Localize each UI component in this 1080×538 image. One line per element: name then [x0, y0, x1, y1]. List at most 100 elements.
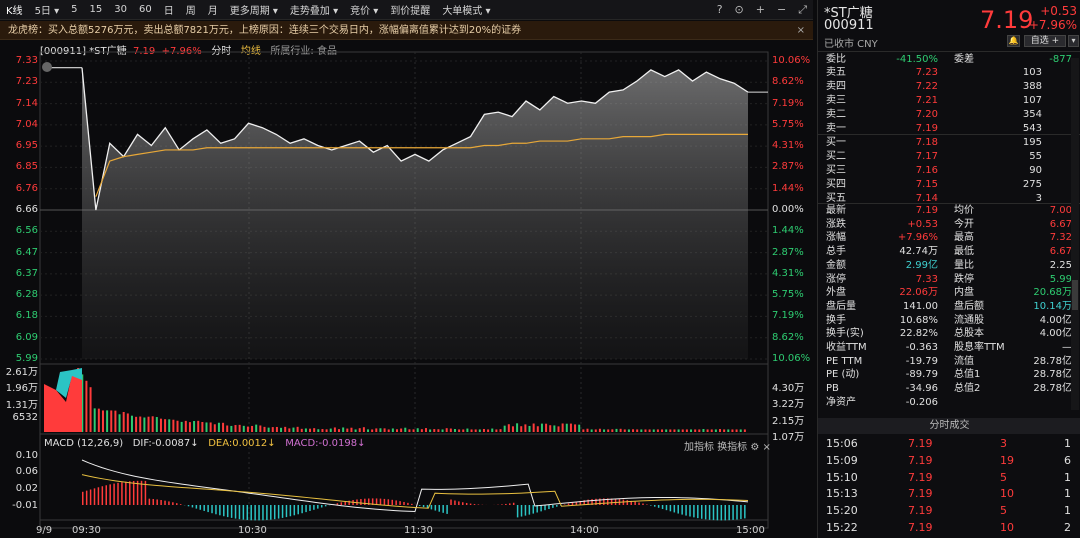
macd-bar [693, 505, 695, 517]
volume-bar [723, 429, 725, 432]
volume-bar [421, 429, 423, 432]
stat-value: -89.79 [906, 368, 938, 381]
weibi-row[interactable]: 委比 -41.50% 委差 -877 [826, 53, 1078, 66]
stat-row[interactable]: 金额 2.99亿 量比 2.25 [826, 259, 1078, 272]
stat-value: -0.363 [906, 341, 938, 354]
trade-v: 10 [1000, 521, 1014, 534]
ask-volume: 107 [1023, 94, 1042, 107]
macd-bar [239, 505, 241, 519]
stat-row[interactable]: 涨幅 +7.96% 最高 7.32 [826, 231, 1078, 244]
chart-panel: K线 5日 ▾ 5 15 30 60 日周月更多周期 ▾ 走势叠加 ▾ 竞价 ▾ 到价提醒 大单模式… [0, 0, 813, 538]
stat-value: 7.00 [1050, 204, 1072, 217]
trade-t: 15:22 [826, 521, 858, 534]
macd-bar [172, 502, 174, 505]
macd-bar [513, 503, 515, 505]
volume-bar [367, 429, 369, 432]
price-change: +0.53 [1035, 4, 1077, 18]
macd-bar [297, 505, 299, 514]
macd-bar [556, 505, 558, 507]
macd-bar [86, 491, 88, 505]
stat-row[interactable]: 净资产 -0.206 [826, 396, 1078, 409]
macd-bar [313, 505, 315, 510]
bid-volume: 275 [1023, 178, 1042, 191]
alert-bell-icon[interactable]: 🔔 [1007, 35, 1020, 47]
macd-bar [403, 502, 405, 505]
volume-bar [177, 421, 179, 432]
scrollbar[interactable] [1071, 58, 1079, 410]
macd-buttons: 加指标 换指标 ⚙ × [684, 438, 771, 453]
volume-bar [152, 416, 154, 432]
volume-bar [197, 421, 199, 432]
stat-row[interactable]: 涨停 7.33 跌停 5.99 [826, 273, 1078, 286]
stat-row[interactable]: 外盘 22.06万 内盘 20.68万 [826, 286, 1078, 299]
ask-row[interactable]: 卖五 7.23 103 [826, 66, 1078, 79]
settings-icon[interactable]: ⚙ [750, 442, 759, 453]
stat-label: PE TTM [826, 355, 862, 368]
label: 委差 [954, 53, 974, 66]
ask-label: 卖四 [826, 80, 846, 93]
stat-value: -34.96 [906, 382, 938, 395]
volume-bar [363, 427, 365, 432]
macd-bar [681, 505, 683, 515]
macd-bar [517, 505, 519, 517]
add-indicator-button[interactable]: 加指标 [684, 442, 714, 453]
stat-value: 28.78亿 [1033, 382, 1072, 395]
stat-row[interactable]: PE (动) -89.79 总值1 28.78亿 [826, 368, 1078, 381]
ask-row[interactable]: 卖四 7.22 388 [826, 80, 1078, 93]
intraday-chart[interactable] [0, 0, 813, 538]
macd-bar [450, 500, 452, 505]
stat-label: 均价 [954, 204, 974, 217]
macd-bar [713, 505, 715, 520]
stat-value: 10.68% [900, 314, 938, 327]
macd-bar [82, 492, 84, 505]
change-indicator-button[interactable]: 换指标 [717, 442, 747, 453]
stat-row[interactable]: 收益TTM -0.363 股息率TTM — [826, 341, 1078, 354]
stat-row[interactable]: 换手(实) 22.82% 总股本 4.00亿 [826, 327, 1078, 340]
trade-n: 1 [1064, 504, 1071, 517]
stat-row[interactable]: 总手 42.74万 最低 6.67 [826, 245, 1078, 258]
volume-bar [90, 387, 92, 432]
stat-row[interactable]: 换手 10.68% 流通股 4.00亿 [826, 314, 1078, 327]
volume-bar [549, 425, 551, 432]
stat-row[interactable]: 涨跌 +0.53 今开 6.67 [826, 218, 1078, 231]
volume-bar [615, 429, 617, 432]
stat-label: 最高 [954, 231, 974, 244]
add-watchlist-button[interactable]: 自选 + [1024, 35, 1066, 47]
trade-v: 10 [1000, 487, 1014, 500]
stat-label: 金额 [826, 259, 846, 272]
volume-bar [263, 427, 265, 432]
bid-row[interactable]: 买二 7.17 55 [826, 150, 1078, 163]
stat-value: 22.06万 [899, 286, 938, 299]
volume-bar [326, 429, 328, 432]
macd-bar [309, 505, 311, 511]
ask-row[interactable]: 卖二 7.20 354 [826, 108, 1078, 121]
macd-bar [90, 489, 92, 505]
volume-bar [620, 429, 622, 432]
volume-bar [243, 426, 245, 432]
volume-bar [471, 429, 473, 432]
volume-bar [156, 417, 158, 432]
pct-tick: 10.06% [772, 55, 810, 66]
volume-bar [239, 425, 241, 432]
ask-row[interactable]: 卖三 7.21 107 [826, 94, 1078, 107]
close-icon[interactable] [42, 62, 52, 72]
stat-label: 总值2 [954, 382, 980, 395]
macd-bar [533, 505, 535, 514]
price-tick: 6.37 [0, 268, 40, 279]
bid-row[interactable]: 买三 7.16 90 [826, 164, 1078, 177]
volume-bar [429, 429, 431, 432]
trade-n: 6 [1064, 454, 1071, 467]
stat-row[interactable]: PE TTM -19.79 流值 28.78亿 [826, 355, 1078, 368]
pct-tick: 1.44% [772, 183, 804, 194]
stat-value: +7.96% [898, 231, 938, 244]
volume-bar [582, 429, 584, 432]
more-dropdown-icon[interactable]: ▾ [1068, 35, 1079, 47]
bid-row[interactable]: 买一 7.18 195 [826, 136, 1078, 149]
macd-bar [505, 504, 507, 505]
stat-row[interactable]: 盘后量 141.00 盘后额 10.14万 [826, 300, 1078, 313]
bid-row[interactable]: 买四 7.15 275 [826, 178, 1078, 191]
stat-row[interactable]: PB -34.96 总值2 28.78亿 [826, 382, 1078, 395]
stat-row[interactable]: 最新 7.19 均价 7.00 [826, 204, 1078, 217]
macd-bar [137, 481, 139, 505]
close-icon[interactable]: × [763, 442, 771, 453]
